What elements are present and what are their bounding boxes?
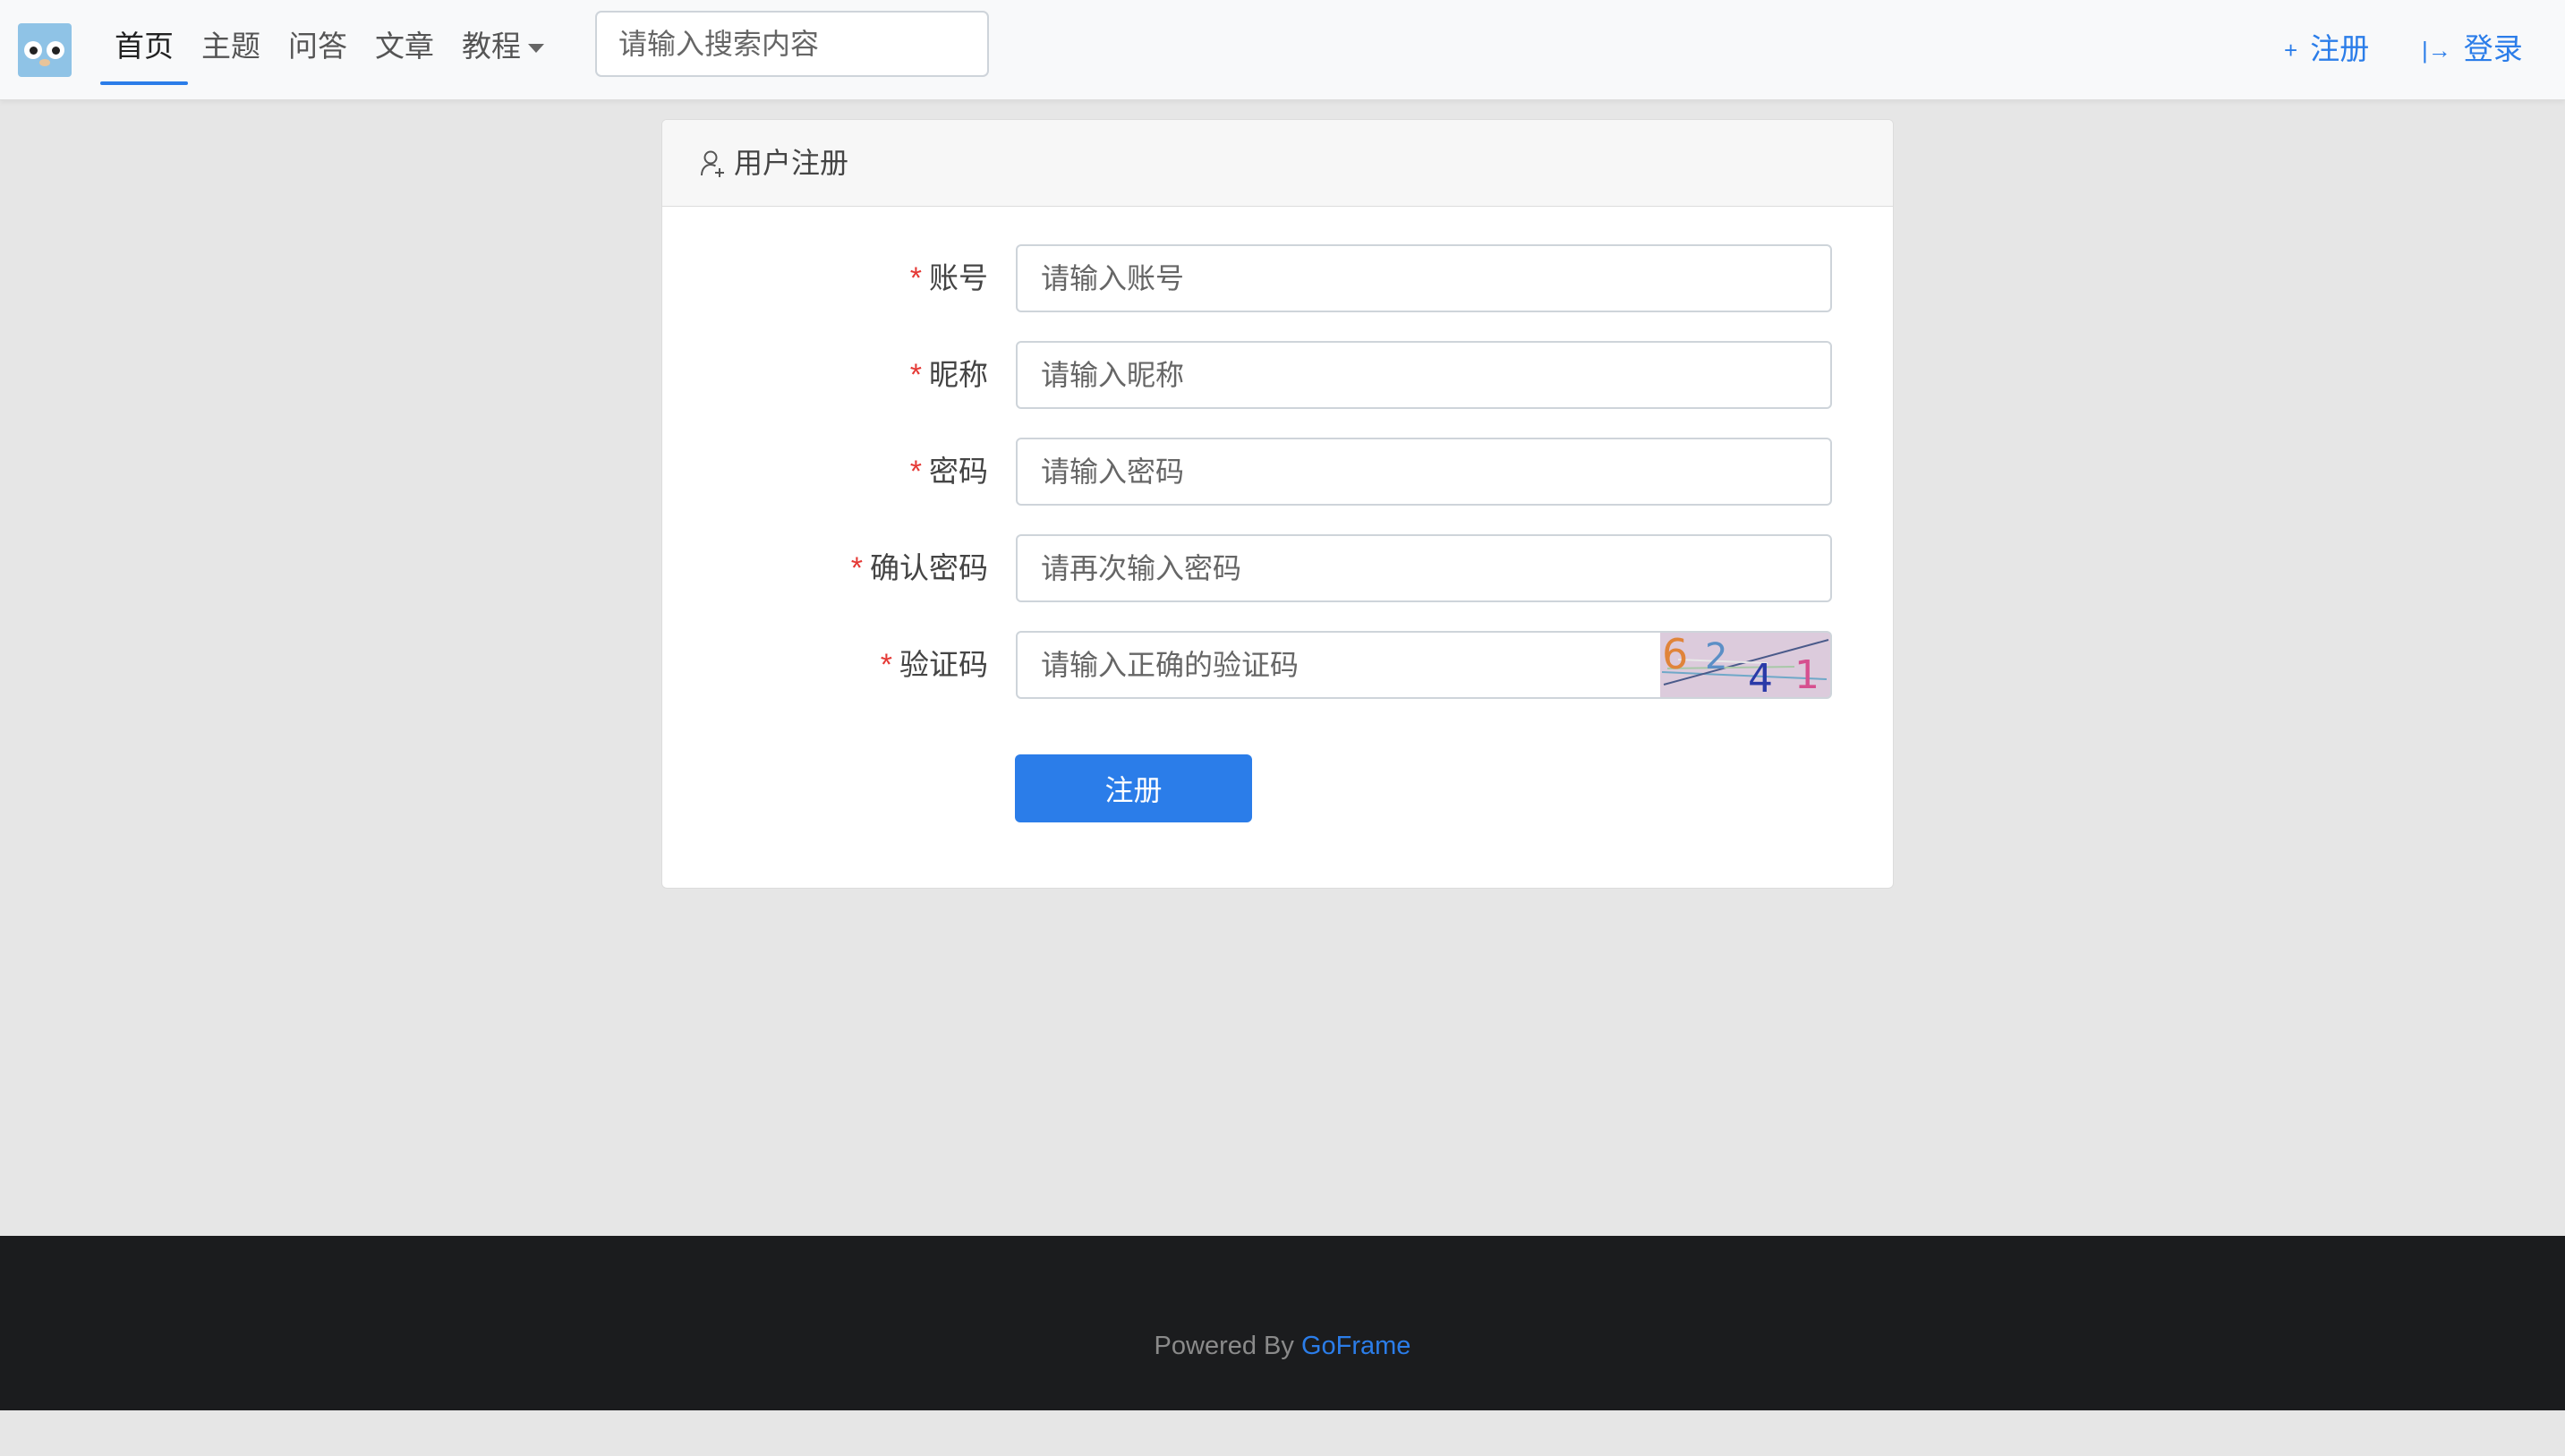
gopher-logo-icon[interactable] (18, 23, 72, 77)
plus-icon: + (2284, 37, 2298, 64)
account-label-text: 账号 (929, 261, 988, 294)
card-header: 用户注册 (662, 120, 1893, 207)
register-submit-button[interactable]: 注册 (1015, 754, 1252, 822)
password-input[interactable] (1016, 438, 1832, 506)
form-row-captcha: *验证码 6 2 4 1 (662, 631, 1893, 699)
nav-item-articles-label: 文章 (375, 30, 434, 63)
form-row-account: * 账号 (662, 244, 1893, 312)
required-mark: * (909, 358, 922, 392)
caret-down-icon (528, 44, 544, 54)
nickname-input[interactable] (1016, 341, 1832, 409)
required-mark: * (850, 551, 863, 585)
nav-item-qa[interactable]: 问答 (288, 0, 347, 99)
captcha-digit: 2 (1705, 636, 1727, 677)
nav-item-topics-label: 主题 (201, 30, 260, 63)
required-mark: * (880, 648, 892, 682)
nickname-label: * 昵称 (910, 341, 988, 409)
captcha-label: * 验证码 (881, 631, 988, 699)
captcha-image[interactable]: 6 2 4 1 (1660, 631, 1832, 699)
required-mark: * (909, 261, 922, 295)
nav-item-tutorials-dropdown[interactable]: 教程 (462, 0, 544, 99)
nav-item-qa-label: 问答 (288, 30, 347, 63)
goframe-link[interactable]: GoFrame (1301, 1332, 1410, 1360)
nav-item-home[interactable]: 首页 (100, 0, 188, 99)
nav-item-home-label: 首页 (115, 30, 174, 63)
footer-prefix: Powered By (1154, 1332, 1294, 1360)
nav-item-articles[interactable]: 文章 (375, 0, 434, 99)
nav-login-link[interactable]: |→ 登录 (2422, 0, 2523, 99)
nickname-label-text: 昵称 (929, 358, 988, 391)
nav-item-topics[interactable]: 主题 (201, 0, 260, 99)
top-navbar: 首页 主题 问答 文章 教程 + 注册 |→ 登录 (0, 0, 2565, 100)
captcha-digit: 4 (1748, 656, 1773, 697)
confirm-password-label-text: 确认密码 (870, 551, 988, 584)
nav-login-label: 登录 (2463, 32, 2523, 65)
captcha-input[interactable] (1016, 631, 1662, 699)
form-row-password: * 密码 (662, 438, 1893, 506)
captcha-digit: 1 (1794, 652, 1819, 697)
footer: Powered By GoFrame (0, 1236, 2565, 1410)
form-row-confirm-password: * 确认密码 (662, 534, 1893, 602)
account-label: * 账号 (910, 244, 988, 312)
user-add-icon (701, 150, 724, 177)
search-input[interactable] (595, 11, 989, 77)
confirm-password-input[interactable] (1016, 534, 1832, 602)
form-row-nickname: * 昵称 (662, 341, 1893, 409)
password-label: * 密码 (910, 438, 988, 506)
footer-powered-by: Powered By GoFrame (0, 1236, 2565, 1456)
login-arrow-icon: |→ (2422, 37, 2451, 64)
account-input[interactable] (1016, 244, 1832, 312)
password-label-text: 密码 (929, 455, 988, 488)
required-mark: * (909, 455, 922, 489)
captcha-digit: 6 (1662, 633, 1688, 678)
nav-item-tutorials-label: 教程 (462, 30, 521, 63)
card-title: 用户注册 (734, 147, 849, 179)
nav-register-label: 注册 (2310, 32, 2370, 65)
captcha-label-text: 验证码 (899, 648, 988, 681)
register-card: 用户注册 *账号 *昵称 *密码 *确认密码 *验证码 6 2 4 (661, 119, 1894, 889)
confirm-password-label: * 确认密码 (851, 534, 988, 602)
nav-register-link[interactable]: + 注册 (2284, 0, 2369, 99)
